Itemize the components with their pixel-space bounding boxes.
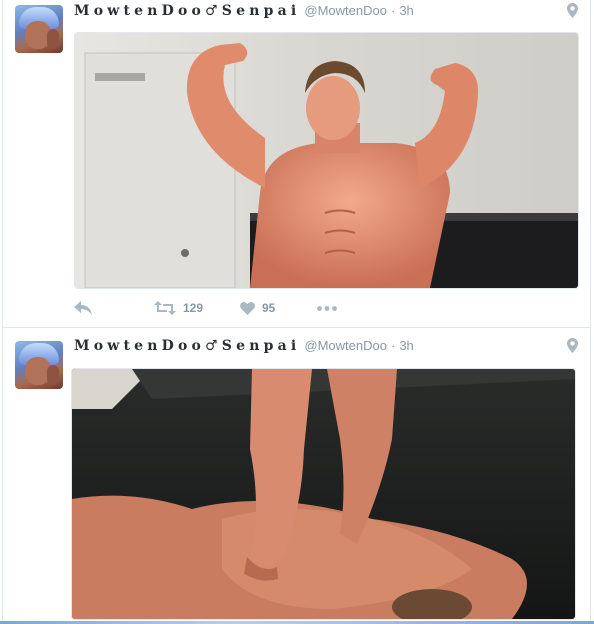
location-pin-icon[interactable] (567, 338, 578, 353)
media-photo (72, 369, 575, 619)
avatar[interactable] (15, 341, 63, 389)
avatar-hand (47, 29, 59, 49)
display-name[interactable]: MowtenDoo♂Senpai (74, 3, 300, 19)
handle[interactable]: @MowtenDoo (304, 3, 387, 18)
like-button[interactable]: 95 (240, 297, 275, 319)
tweet-media[interactable] (71, 368, 576, 620)
display-name[interactable]: MowtenDoo♂Senpai (74, 338, 300, 354)
time-separator: · (390, 338, 396, 353)
handle[interactable]: @MowtenDoo (304, 338, 387, 353)
heart-icon (240, 301, 255, 315)
tweet-header: MowtenDoo♂Senpai @MowtenDoo · 3h (74, 3, 414, 25)
timestamp[interactable]: 3h (399, 338, 413, 353)
media-photo (75, 33, 578, 288)
retweet-icon (154, 301, 176, 315)
like-count: 95 (262, 301, 276, 315)
time-separator: · (390, 3, 396, 18)
reply-icon (74, 301, 92, 315)
location-pin-icon[interactable] (567, 3, 578, 18)
more-button[interactable] (317, 297, 337, 319)
avatar-hand (47, 365, 59, 385)
timeline-right-border (590, 0, 591, 624)
avatar[interactable] (15, 5, 63, 53)
retweet-button[interactable]: 129 (154, 297, 203, 319)
tweet-actions: 129 95 (74, 297, 374, 319)
tweet-media[interactable] (74, 32, 579, 289)
timestamp[interactable]: 3h (399, 3, 413, 18)
more-dots-icon (317, 305, 337, 311)
tweet-header: MowtenDoo♂Senpai @MowtenDoo · 3h (74, 338, 414, 360)
tweet[interactable]: MowtenDoo♂Senpai @MowtenDoo · 3h (3, 0, 590, 328)
reply-button[interactable] (74, 297, 92, 319)
retweet-count: 129 (183, 301, 204, 315)
timeline: MowtenDoo♂Senpai @MowtenDoo · 3h 129 95 … (0, 0, 594, 624)
